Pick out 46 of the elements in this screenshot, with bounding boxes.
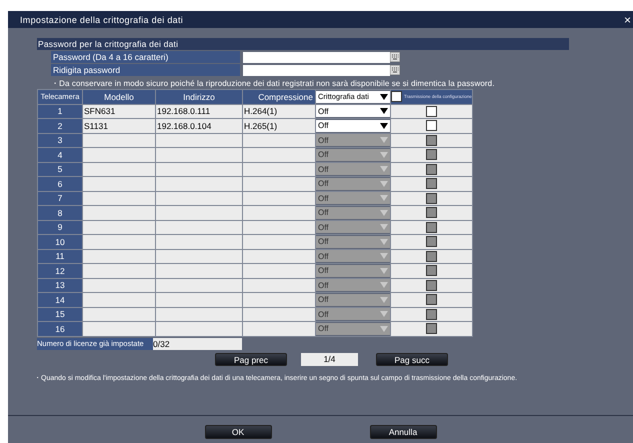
row-number: 15 (38, 307, 82, 322)
row-number: 2 (38, 118, 82, 133)
license-count: 0/32 (153, 338, 242, 350)
keyboard-icon[interactable] (390, 52, 400, 62)
table-cell: SFN631 (82, 104, 156, 118)
checkbox[interactable] (426, 106, 438, 117)
encryption-dropdown[interactable]: Off (316, 105, 390, 118)
row-number: 1 (38, 104, 82, 118)
checkbox[interactable] (391, 91, 402, 102)
table-cell: S1131 (82, 118, 156, 133)
row-number: 9 (38, 220, 82, 234)
checkbox[interactable] (426, 120, 438, 132)
keyboard-icon[interactable] (390, 65, 400, 75)
table-cell: 192.168.0.111 (156, 104, 242, 118)
close-button[interactable]: × (622, 14, 633, 26)
row-number: 4 (38, 148, 82, 162)
table-cell: H.264(1) (242, 104, 316, 118)
table-cell: 192.168.0.104 (156, 118, 242, 133)
next-page-button[interactable]: Pag succ (376, 353, 448, 366)
row-number: 14 (38, 292, 82, 307)
row-number: 3 (38, 133, 82, 148)
prev-page-button[interactable]: Pag prec (215, 353, 287, 366)
section-title: Password per la crittografia dei dati (37, 38, 569, 50)
row-number: 16 (38, 322, 82, 336)
row-number: 5 (38, 162, 82, 176)
column-header: Modello (82, 90, 156, 104)
row-number: 10 (38, 234, 82, 249)
row-number: 11 (38, 249, 82, 264)
encryption-dropdown[interactable]: Off (316, 120, 390, 132)
password-field[interactable] (243, 52, 390, 62)
column-header: Compressione (242, 90, 316, 104)
window-title: Impostazione della crittografia dei dati (20, 14, 184, 24)
table-cell: H.265(1) (242, 118, 316, 133)
row-number: 7 (38, 191, 82, 206)
row-number: 6 (38, 176, 82, 191)
field-label: Password (Da 4 a 16 caratteri) (51, 51, 240, 63)
note-text: ・Da conservare in modo sicuro poiché la riproduzione dei dati registrati non sarà disponibile se si dimentica la password. (51, 78, 496, 89)
cancel-button[interactable]: Annulla (370, 425, 436, 439)
row-number: 12 (38, 264, 82, 278)
field-label: Ridigita password (51, 64, 240, 76)
ok-button[interactable]: OK (204, 425, 272, 439)
row-number: 8 (38, 206, 82, 220)
password-field[interactable] (243, 64, 390, 76)
page-indicator: 1/4 (301, 353, 358, 366)
column-header: Indirizzo (156, 90, 242, 104)
row-number: 13 (38, 278, 82, 292)
